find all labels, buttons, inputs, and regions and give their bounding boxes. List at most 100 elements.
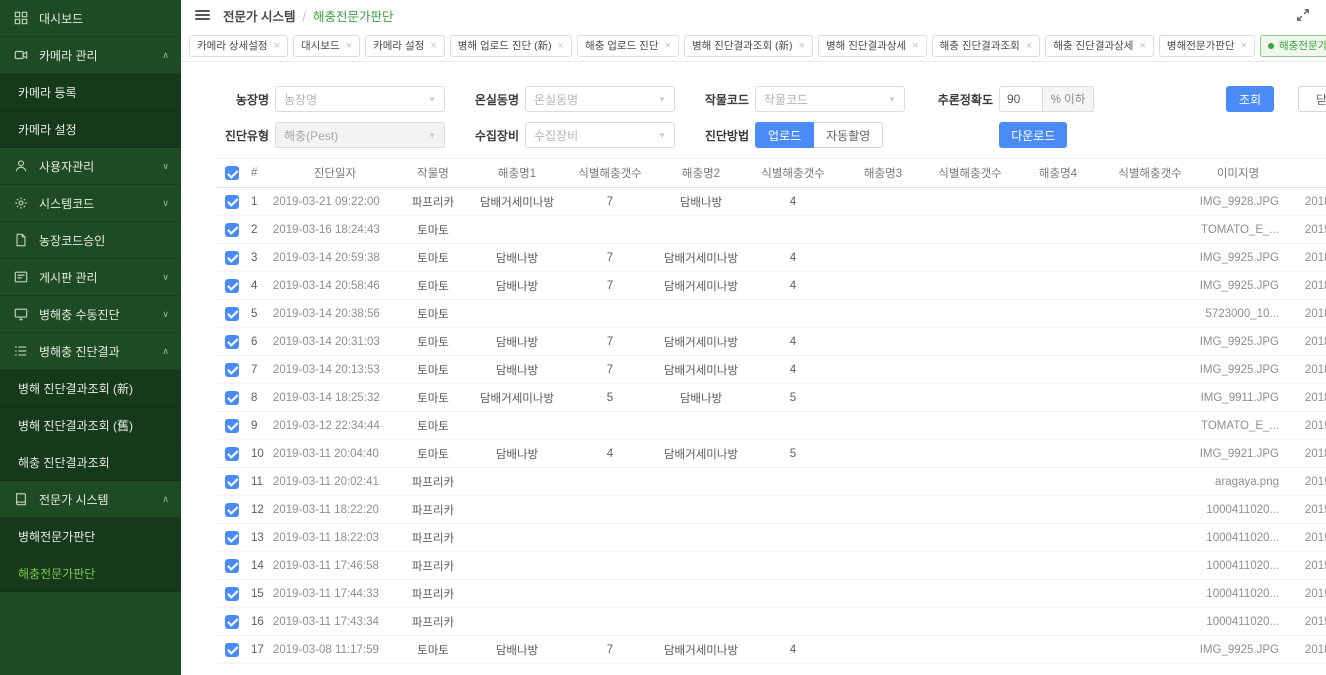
sidebar-item-diagnosis-results[interactable]: 병해충 진단결과∧ <box>0 333 181 370</box>
tab-close-icon[interactable]: × <box>912 40 918 52</box>
table-row[interactable]: 102019-03-11 20:04:40토마토담배나방4담배거세미나방5IMG… <box>217 440 1326 468</box>
table-row[interactable]: 92019-03-12 22:34:44토마토TOMATO_E_...2019 <box>217 412 1326 440</box>
row-checkbox[interactable] <box>225 335 239 349</box>
table-row[interactable]: 142019-03-11 17:46:58파프리카1000411020...20… <box>217 552 1326 580</box>
table-row[interactable]: 172019-03-08 11:17:59토마토담배나방7담배거세미나방4IMG… <box>217 636 1326 664</box>
table-row[interactable]: 112019-03-11 20:02:41파프리카aragaya.png2019 <box>217 468 1326 496</box>
row-checkbox[interactable] <box>225 503 239 517</box>
list-icon <box>14 343 30 359</box>
sidebar-subitem[interactable]: 해충 진단결과조회 <box>0 444 181 481</box>
close-button[interactable]: 닫기 <box>1298 86 1326 112</box>
book-icon <box>14 491 30 507</box>
cell-image: IMG_9928.JPG <box>1197 196 1303 208</box>
row-checkbox[interactable] <box>225 615 239 629</box>
table-row[interactable]: 12019-03-21 09:22:00파프리카담배거세미나방7담배나방4IMG… <box>217 188 1326 216</box>
tab-close-icon[interactable]: × <box>558 40 564 52</box>
column-header-pest4: 해충명4 <box>1013 165 1103 181</box>
row-checkbox[interactable] <box>225 419 239 433</box>
sidebar-item-label: 카메라 관리 <box>39 47 98 64</box>
row-checkbox[interactable] <box>225 559 239 573</box>
crop-code-select[interactable]: 작물코드▼ <box>755 86 905 112</box>
menu-icon[interactable] <box>195 8 210 22</box>
tab[interactable]: 병해 업로드 진단 (新)× <box>450 35 572 57</box>
sidebar-subitem[interactable]: 병해 진단결과조회 (新) <box>0 370 181 407</box>
tab[interactable]: 대시보드× <box>293 35 360 57</box>
sidebar-item-farm-code-approval[interactable]: 농장코드승인 <box>0 222 181 259</box>
sidebar-subitem[interactable]: 해충전문가판단 <box>0 555 181 592</box>
sidebar-item-camera-management[interactable]: 카메라 관리∧ <box>0 37 181 74</box>
row-checkbox[interactable] <box>225 363 239 377</box>
tab[interactable]: 병해 진단결과조회 (新)× <box>684 35 813 57</box>
tab-close-icon[interactable]: × <box>346 40 352 52</box>
cell-crop: 파프리카 <box>397 194 469 210</box>
row-checkbox[interactable] <box>225 251 239 265</box>
table-row[interactable]: 52019-03-14 20:38:56토마토5723000_10...2018 <box>217 300 1326 328</box>
table-row[interactable]: 132019-03-11 18:22:03파프리카1000411020...20… <box>217 524 1326 552</box>
auto-capture-toggle-button[interactable]: 자동촬영 <box>813 122 883 148</box>
tab[interactable]: 카메라 설정× <box>365 35 445 57</box>
tab-active[interactable]: 해충전문가판단× <box>1260 35 1326 57</box>
cell-date: 2019-03-11 20:04:40 <box>273 448 397 460</box>
table-row[interactable]: 152019-03-11 17:44:33파프리카1000411020...20… <box>217 580 1326 608</box>
download-button[interactable]: 다운로드 <box>999 122 1067 148</box>
cell-extra: 2018 <box>1303 308 1326 320</box>
sidebar-item-expert-system[interactable]: 전문가 시스템∧ <box>0 481 181 518</box>
farm-name-select[interactable]: 농장명▼ <box>275 86 445 112</box>
tab[interactable]: 병해전문가판단× <box>1159 35 1255 57</box>
cell-crop: 파프리카 <box>397 502 469 518</box>
fullscreen-icon[interactable] <box>1296 8 1310 22</box>
table-row[interactable]: 122019-03-11 18:22:20파프리카1000411020...20… <box>217 496 1326 524</box>
row-checkbox[interactable] <box>225 475 239 489</box>
tab-close-icon[interactable]: × <box>1139 40 1145 52</box>
cell-pest2: 담배거세미나방 <box>655 362 747 378</box>
row-checkbox[interactable] <box>225 223 239 237</box>
row-checkbox[interactable] <box>225 195 239 209</box>
row-checkbox[interactable] <box>225 391 239 405</box>
tab-close-icon[interactable]: × <box>1026 40 1032 52</box>
sidebar-item-manual-diagnosis[interactable]: 병해충 수동진단∨ <box>0 296 181 333</box>
table-row[interactable]: 32019-03-14 20:59:38토마토담배나방7담배거세미나방4IMG_… <box>217 244 1326 272</box>
sidebar-subitem[interactable]: 병해 진단결과조회 (舊) <box>0 407 181 444</box>
cell-date: 2019-03-11 17:44:33 <box>273 588 397 600</box>
sidebar-subitem[interactable]: 병해전문가판단 <box>0 518 181 555</box>
table-row[interactable]: 162019-03-11 17:43:34파프리카1000411020...20… <box>217 608 1326 636</box>
row-checkbox[interactable] <box>225 643 239 657</box>
table-row[interactable]: 62019-03-14 20:31:03토마토담배나방7담배거세미나방4IMG_… <box>217 328 1326 356</box>
tab-close-icon[interactable]: × <box>665 40 671 52</box>
table-row[interactable]: 82019-03-14 18:25:32토마토담배거세미나방5담배나방5IMG_… <box>217 384 1326 412</box>
greenhouse-label: 온실동명 <box>467 91 519 108</box>
table-row[interactable]: 22019-03-16 18:24:43토마토TOMATO_E_...2019 <box>217 216 1326 244</box>
tab[interactable]: 병해 진단결과상세× <box>818 35 927 57</box>
tab[interactable]: 해충 진단결과상세× <box>1045 35 1154 57</box>
sidebar-item-board-management[interactable]: 게시판 관리∨ <box>0 259 181 296</box>
upload-toggle-button[interactable]: 업로드 <box>755 122 814 148</box>
row-checkbox[interactable] <box>225 447 239 461</box>
tab[interactable]: 카메라 상세설정× <box>189 35 288 57</box>
sidebar-item-user-management[interactable]: 사용자관리∨ <box>0 148 181 185</box>
row-checkbox[interactable] <box>225 531 239 545</box>
table-row[interactable]: 42019-03-14 20:58:46토마토담배나방7담배거세미나방4IMG_… <box>217 272 1326 300</box>
sidebar-item-system-code[interactable]: 시스템코드∨ <box>0 185 181 222</box>
row-checkbox[interactable] <box>225 279 239 293</box>
tab[interactable]: 해충 진단결과조회× <box>932 35 1041 57</box>
tab[interactable]: 해충 업로드 진단× <box>577 35 679 57</box>
greenhouse-select[interactable]: 온실동명▼ <box>525 86 675 112</box>
tab-close-icon[interactable]: × <box>274 40 280 52</box>
table-row[interactable]: 72019-03-14 20:13:53토마토담배나방7담배거세미나방4IMG_… <box>217 356 1326 384</box>
select-all-checkbox[interactable] <box>225 166 239 180</box>
diagnosis-type-select[interactable]: 해충(Pest)▼ <box>275 122 445 148</box>
row-checkbox[interactable] <box>225 307 239 321</box>
row-checkbox[interactable] <box>225 587 239 601</box>
tab-close-icon[interactable]: × <box>1241 40 1247 52</box>
sidebar-item-dashboard[interactable]: 대시보드 <box>0 0 181 37</box>
breadcrumb-section[interactable]: 전문가 시스템 <box>223 10 295 24</box>
sidebar-subitem[interactable]: 카메라 등록 <box>0 74 181 111</box>
sidebar-subitem[interactable]: 카메라 설정 <box>0 111 181 148</box>
tab-close-icon[interactable]: × <box>430 40 436 52</box>
accuracy-input[interactable] <box>999 86 1043 112</box>
chevron-down-icon: ∨ <box>162 309 169 320</box>
equipment-select[interactable]: 수집장비▼ <box>525 122 675 148</box>
tab-close-icon[interactable]: × <box>799 40 805 52</box>
cell-extra: 2019 <box>1303 420 1326 432</box>
search-button[interactable]: 조회 <box>1226 86 1274 112</box>
